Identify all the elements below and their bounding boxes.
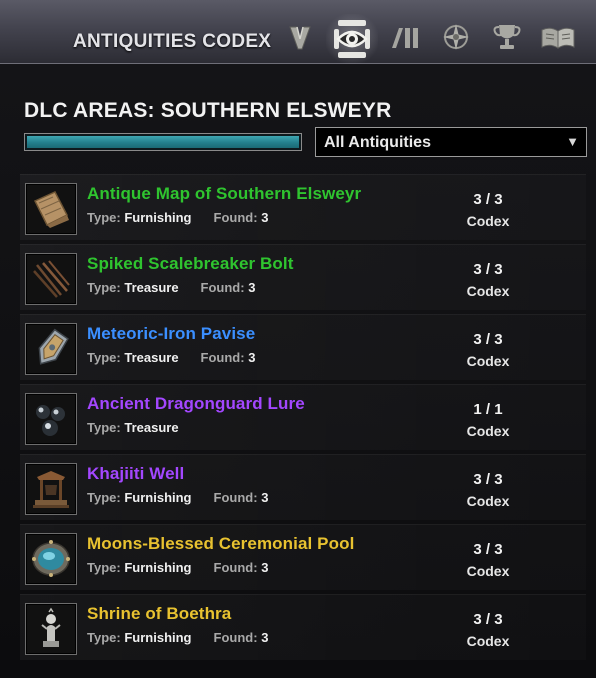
- codex-label: Codex: [466, 283, 510, 299]
- antiquity-row[interactable]: Spiked Scalebreaker Bolt Type: Treasure Fo…: [20, 244, 586, 310]
- lore-count: 3 / 3: [473, 191, 503, 208]
- antiquity-meta: Type: Furnishing Found: 3: [87, 490, 268, 505]
- antiquity-name: Antique Map of Southern Elsweyr: [87, 184, 362, 203]
- filter-selected-value: All Antiquities: [324, 134, 431, 151]
- antiquity-meta: Type: Treasure Found: 3: [87, 350, 255, 365]
- type-value: Treasure: [124, 280, 179, 295]
- codex-label: Codex: [466, 353, 510, 369]
- found-label: Found:: [213, 560, 258, 575]
- orbs-icon: [25, 393, 77, 445]
- found-label: Found:: [200, 350, 245, 365]
- compass-star-icon: [443, 24, 469, 50]
- found-label: Found:: [213, 630, 258, 645]
- antiquity-meta: Type: Furnishing Found: 3: [87, 210, 268, 225]
- antiquity-name: Shrine of Boethra: [87, 604, 232, 623]
- map-icon: [25, 183, 77, 235]
- scrying-v-icon: [289, 26, 311, 50]
- codex-label: Codex: [466, 423, 510, 439]
- codex-label: Codex: [466, 563, 510, 579]
- found-value: 3: [261, 630, 269, 645]
- open-book-icon: [541, 27, 575, 49]
- pool-icon: [25, 533, 77, 585]
- found-value: 3: [261, 210, 269, 225]
- well-icon: [25, 463, 77, 515]
- shield-icon: [25, 323, 77, 375]
- type-label: Type:: [87, 280, 121, 295]
- bars-icon: [392, 28, 418, 48]
- found-value: 3: [248, 280, 256, 295]
- shrine-icon: [25, 603, 77, 655]
- antiquity-row[interactable]: Antique Map of Southern Elsweyr Type: Fur…: [20, 174, 586, 240]
- section-title: DLC AREAS: SOUTHERN ELSWEYR: [24, 99, 392, 122]
- lore-count: 3 / 3: [473, 541, 503, 558]
- antiquity-meta: Type: Treasure Found: 3: [87, 280, 255, 295]
- type-value: Furnishing: [124, 490, 192, 505]
- antiquity-row[interactable]: Khajiiti Well Type: Furnishing Found: 3 3 /…: [20, 454, 586, 520]
- antiquity-meta: Type: Treasure: [87, 420, 179, 435]
- trophy-icon: [493, 25, 521, 49]
- zone-progress-fill: [27, 136, 299, 148]
- antiquity-row[interactable]: Meteoric-Iron Pavise Type: Treasure Found:…: [20, 314, 586, 380]
- codex-eye-icon: [334, 20, 370, 58]
- codex-tab[interactable]: [326, 14, 378, 64]
- codex-label: Codex: [466, 633, 510, 649]
- skills-tab[interactable]: [436, 17, 476, 57]
- found-label: Found:: [200, 280, 245, 295]
- found-value: 3: [261, 490, 269, 505]
- antiquity-name: Moons-Blessed Ceremonial Pool: [87, 534, 355, 553]
- type-value: Treasure: [124, 350, 179, 365]
- zone-progress-bar: [24, 133, 302, 151]
- lore-count: 3 / 3: [473, 471, 503, 488]
- type-value: Furnishing: [124, 210, 192, 225]
- antiquity-meta: Type: Furnishing Found: 3: [87, 560, 268, 575]
- window-title: ANTIQUITIES CODEX: [73, 31, 272, 52]
- type-value: Furnishing: [124, 630, 192, 645]
- found-value: 3: [261, 560, 269, 575]
- lore-count: 3 / 3: [473, 611, 503, 628]
- progress-tab[interactable]: [385, 17, 425, 57]
- antiquity-name: Spiked Scalebreaker Bolt: [87, 254, 294, 273]
- achievements-tab[interactable]: [487, 17, 527, 57]
- lore-count: 1 / 1: [473, 401, 503, 418]
- codex-header: ANTIQUITIES CODEX: [0, 0, 596, 64]
- type-label: Type:: [87, 210, 121, 225]
- codex-label: Codex: [466, 493, 510, 509]
- found-label: Found:: [213, 210, 258, 225]
- lore-count: 3 / 3: [473, 331, 503, 348]
- scrying-tab[interactable]: [280, 17, 320, 57]
- antiquity-meta: Type: Furnishing Found: 3: [87, 630, 268, 645]
- dropdown-arrow-icon: ▼: [566, 134, 579, 149]
- antiquity-row[interactable]: Ancient Dragonguard Lure Type: Treasure 1 …: [20, 384, 586, 450]
- type-label: Type:: [87, 490, 121, 505]
- type-value: Treasure: [124, 420, 179, 435]
- type-value: Furnishing: [124, 560, 192, 575]
- antiquity-filter-dropdown[interactable]: All Antiquities ▼: [315, 127, 587, 157]
- type-label: Type:: [87, 350, 121, 365]
- lore-tab[interactable]: [538, 17, 578, 57]
- found-label: Found:: [213, 490, 258, 505]
- antiquity-name: Meteoric-Iron Pavise: [87, 324, 256, 343]
- codex-label: Codex: [466, 213, 510, 229]
- lore-count: 3 / 3: [473, 261, 503, 278]
- found-value: 3: [248, 350, 256, 365]
- type-label: Type:: [87, 420, 121, 435]
- bolts-icon: [25, 253, 77, 305]
- antiquity-row[interactable]: Moons-Blessed Ceremonial Pool Type: Furni…: [20, 524, 586, 590]
- type-label: Type:: [87, 630, 121, 645]
- antiquity-row[interactable]: Shrine of Boethra Type: Furnishing Found: …: [20, 594, 586, 660]
- antiquity-name: Ancient Dragonguard Lure: [87, 394, 305, 413]
- type-label: Type:: [87, 560, 121, 575]
- antiquity-name: Khajiiti Well: [87, 464, 185, 483]
